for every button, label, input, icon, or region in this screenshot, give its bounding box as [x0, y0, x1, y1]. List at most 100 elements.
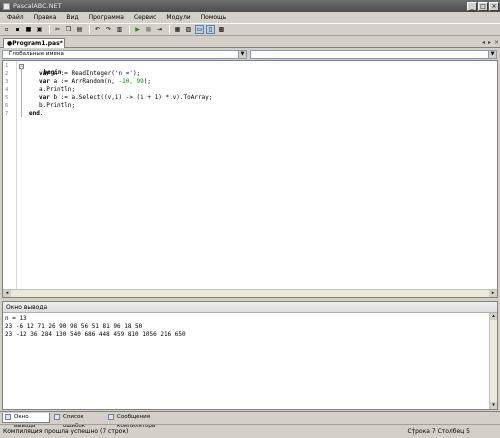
line-number: 4 — [5, 87, 9, 93]
toolbar-separator — [89, 25, 90, 34]
new-icon[interactable]: ▫ — [2, 25, 11, 34]
tab-scroll-left-icon[interactable]: ◂ — [482, 39, 485, 46]
code-line-4: a.Println; — [39, 86, 75, 93]
col-value: 5 — [466, 428, 470, 435]
keyword: var — [39, 78, 50, 85]
code-text: ); — [132, 70, 141, 77]
copy-icon[interactable]: ❐ — [64, 25, 73, 34]
menu-modules[interactable]: Модули — [161, 14, 195, 21]
output-line: 23 -6 12 71 26 90 98 56 51 81 96 18 50 — [5, 323, 143, 330]
code-text: . — [39, 110, 44, 117]
scroll-right-icon[interactable]: ▸ — [489, 290, 497, 297]
output-window-icon — [5, 414, 11, 420]
stop-icon[interactable]: ■ — [144, 25, 153, 34]
tab-compiler-messages[interactable]: Сообщения компилятора — [106, 413, 186, 429]
output-line: n = 13 — [5, 315, 27, 322]
cut-icon[interactable]: ✂ — [53, 25, 62, 34]
save-icon[interactable]: ■ — [24, 25, 33, 34]
code-text: b := a.Select((v,i) -> (i + 1) * v).ToAr… — [49, 94, 213, 101]
maximize-button[interactable]: □ — [478, 1, 488, 11]
string-literal: 'n =' — [114, 70, 133, 77]
menu-program[interactable]: Программа — [84, 14, 129, 21]
code-text: n := ReadInteger( — [49, 70, 115, 77]
status-message: Компиляция прошла успешно (7 строк) — [3, 428, 129, 435]
menu-view[interactable]: Вид — [61, 14, 83, 21]
output-line: 23 -12 36 284 130 540 686 448 459 810 10… — [5, 331, 186, 338]
error-list-icon — [54, 414, 60, 420]
code-editor[interactable]: 1 2 3 4 5 6 7 − begin var n := ReadInteg… — [2, 60, 498, 298]
output-panel-title: Окно вывода — [3, 302, 497, 313]
menu-help[interactable]: Помощь — [196, 14, 232, 21]
minimize-button[interactable]: _ — [467, 1, 477, 11]
tab-scroll-right-icon[interactable]: ▸ — [488, 39, 491, 46]
menu-bar: Файл Правка Вид Программа Сервис Модули … — [0, 12, 500, 23]
line-number: 2 — [5, 71, 9, 77]
redo-icon[interactable]: ↷ — [104, 25, 113, 34]
compile-icon[interactable]: ▥ — [115, 25, 124, 34]
scope-combo[interactable]: Глобальные имена ▼ — [2, 50, 247, 59]
chevron-down-icon[interactable]: ▼ — [238, 51, 246, 58]
run-icon[interactable]: ▶ — [133, 25, 142, 34]
code-text: ); — [143, 78, 152, 85]
cursor-position: Строка 7 Столбец 5 — [407, 428, 470, 435]
menu-service[interactable]: Сервис — [129, 14, 161, 21]
debug-icon[interactable]: ▯ — [206, 25, 215, 34]
chevron-down-icon[interactable]: ▼ — [488, 51, 496, 58]
code-line-6: b.Println; — [39, 102, 75, 109]
compiler-messages-icon — [108, 414, 114, 420]
toolbar-separator — [129, 25, 130, 34]
code-text: b.Println; — [39, 102, 76, 109]
tab-error-list[interactable]: Список ошибок — [52, 413, 104, 429]
scroll-left-icon[interactable]: ◂ — [3, 290, 11, 297]
close-button[interactable]: × — [489, 1, 499, 11]
line-number: 7 — [5, 111, 9, 117]
code-line-7: end. — [29, 110, 43, 117]
code-line-2: var n := ReadInteger('n ='); — [39, 70, 140, 77]
fold-guide — [21, 68, 22, 117]
code-line-3: var a := ArrRandom(n, -10, 99); — [39, 78, 151, 85]
title-bar: PascalABC.NET _ □ × — [0, 0, 500, 12]
navigation-bar: Глобальные имена ▼ ▼ — [0, 49, 500, 60]
layout-icon[interactable]: ▧ — [184, 25, 193, 34]
col-label: Столбец — [437, 428, 465, 435]
member-combo[interactable]: ▼ — [250, 50, 497, 59]
close-tab-icon[interactable]: × — [494, 39, 499, 46]
status-bar: Компиляция прошла успешно (7 строк) Стро… — [0, 424, 500, 438]
window-title: PascalABC.NET — [13, 2, 62, 10]
output-panel: Окно вывода n = 13 23 -6 12 71 26 90 98 … — [2, 301, 498, 410]
step-icon[interactable]: ⇥ — [155, 25, 164, 34]
toolbar: ▫ ▪ ■ ▣ ✂ ❐ ▤ ↶ ↷ ▥ ▶ ■ ⇥ ▦ ▧ ▭ ▯ ▩ — [0, 23, 500, 36]
code-text: a := ArrRandom(n, — [49, 78, 119, 85]
save-all-icon[interactable]: ▣ — [35, 25, 44, 34]
scope-combo-value: Глобальные имена — [9, 51, 64, 57]
keyword: var — [39, 94, 50, 101]
number-literal: -10, 99 — [118, 78, 144, 85]
menu-edit[interactable]: Правка — [29, 14, 62, 21]
scroll-down-icon[interactable]: ▾ — [490, 402, 497, 409]
output-window-icon[interactable]: ▭ — [195, 25, 204, 34]
form-icon[interactable]: ▦ — [173, 25, 182, 34]
code-line-5: var b := a.Select((v,i) -> (i + 1) * v).… — [39, 94, 212, 101]
keyword: var — [39, 70, 50, 77]
line-number: 1 — [5, 63, 9, 69]
menu-file[interactable]: Файл — [2, 14, 29, 21]
document-tabstrip: ●Program1.pas* ◂ ▸ × — [0, 36, 500, 48]
keyword: end — [29, 110, 40, 117]
bottom-tabstrip: Окно вывода Список ошибок Сообщения комп… — [0, 411, 500, 429]
line-number-gutter: 1 2 3 4 5 6 7 — [3, 61, 17, 289]
tab-program1[interactable]: ●Program1.pas* — [3, 38, 65, 48]
toolbar-separator — [49, 25, 50, 34]
row-label: Строка — [407, 428, 430, 435]
toolbar-separator — [169, 25, 170, 34]
tab-output-window[interactable]: Окно вывода — [2, 413, 50, 429]
output-vertical-scrollbar[interactable]: ▴ ▾ — [489, 313, 497, 409]
line-number: 5 — [5, 95, 9, 101]
paste-icon[interactable]: ▤ — [75, 25, 84, 34]
open-icon[interactable]: ▪ — [13, 25, 22, 34]
line-number: 6 — [5, 103, 9, 109]
editor-horizontal-scrollbar[interactable]: ◂ ▸ — [3, 289, 497, 297]
help-icon[interactable]: ▩ — [217, 25, 226, 34]
undo-icon[interactable]: ↶ — [93, 25, 102, 34]
scroll-up-icon[interactable]: ▴ — [490, 313, 497, 320]
code-text: a.Println; — [39, 86, 76, 93]
